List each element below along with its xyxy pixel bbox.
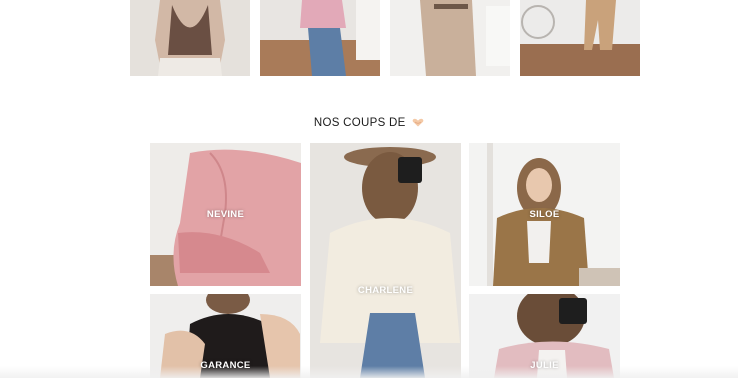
- card-label-siloe: SILOE: [529, 209, 560, 220]
- grid-card-nevine[interactable]: NEVINE: [150, 143, 301, 286]
- top-photo-3-image: [390, 0, 510, 76]
- section-title: NOS COUPS DE: [0, 117, 738, 129]
- bottom-scroll-fade: [0, 366, 738, 378]
- charlene-photo: [310, 143, 461, 378]
- top-photo-1[interactable]: [130, 0, 250, 76]
- top-photo-3[interactable]: [390, 0, 510, 76]
- grid-card-charlene[interactable]: CHARLENE: [310, 143, 461, 378]
- section-title-text: NOS COUPS DE: [313, 117, 406, 129]
- grid-card-siloe[interactable]: SILOE: [469, 143, 620, 286]
- card-label-nevine: NEVINE: [206, 209, 245, 220]
- top-photo-4[interactable]: [520, 0, 640, 76]
- card-label-charlene: CHARLENE: [357, 285, 414, 296]
- top-photo-1-image: [130, 0, 250, 76]
- top-photo-4-image: [520, 0, 640, 76]
- heart-hands-icon: [412, 119, 424, 127]
- top-photo-2[interactable]: [260, 0, 380, 76]
- top-photo-2-image: [260, 0, 380, 76]
